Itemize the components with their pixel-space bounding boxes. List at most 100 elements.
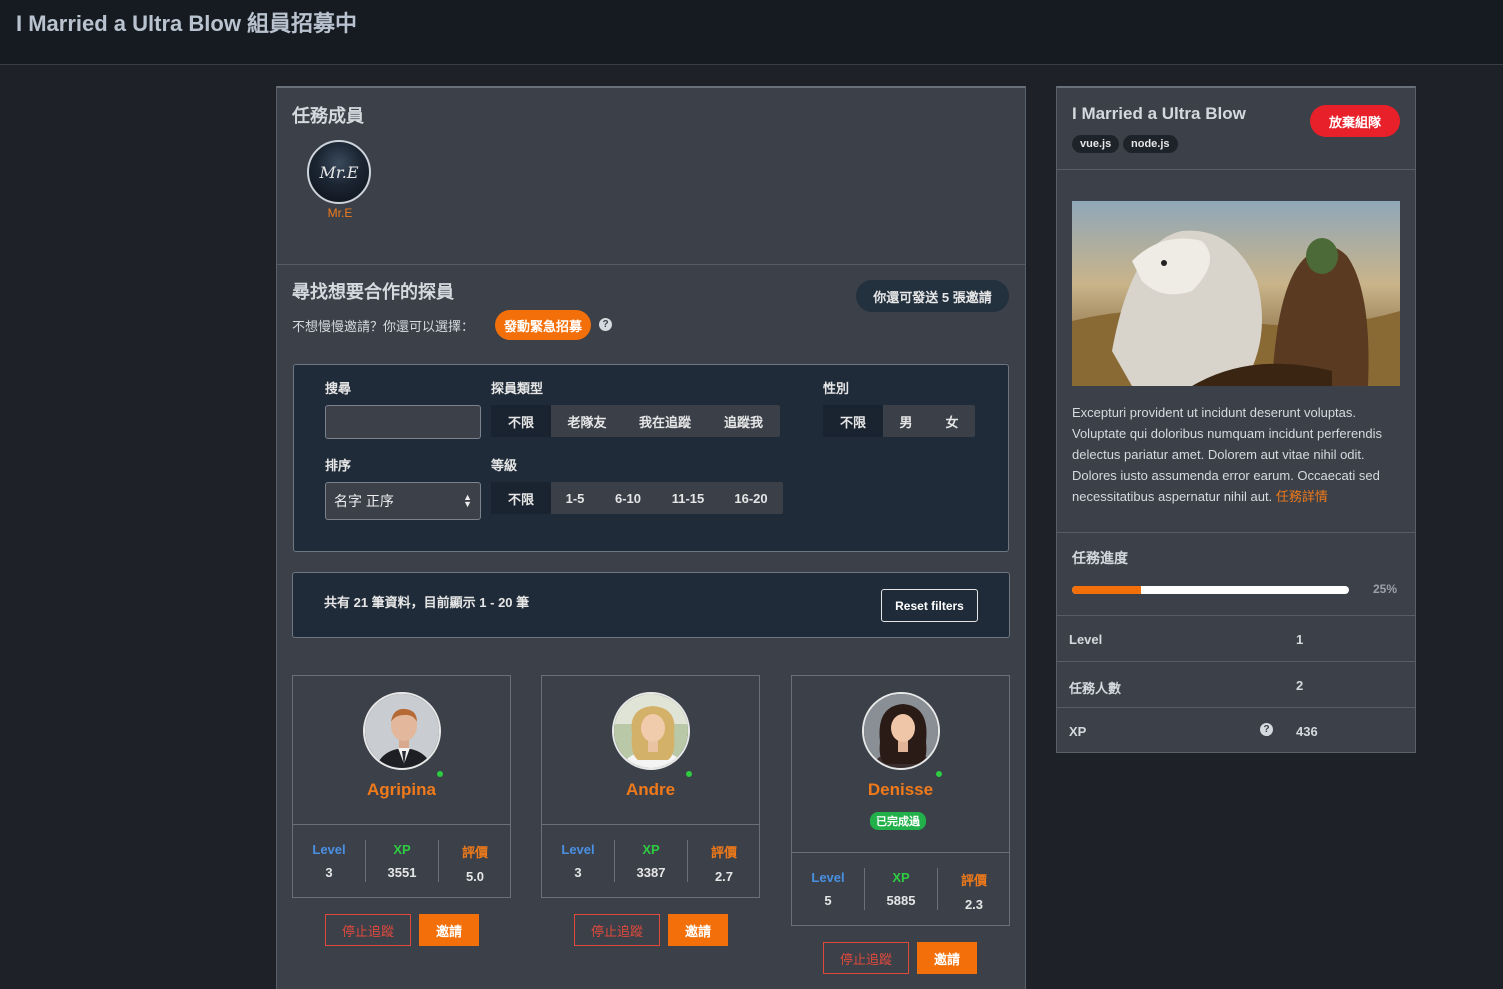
tag-vuejs: vue.js — [1072, 135, 1120, 153]
progress-bar — [1072, 586, 1349, 594]
stat-rating-value: 2.7 — [714, 869, 734, 884]
agent-avatar[interactable] — [612, 692, 690, 770]
stat-xp-value: 5885 — [886, 893, 916, 908]
level-label: 等級 — [491, 458, 518, 473]
agent-type-option-old-teammate[interactable]: 老隊友 — [551, 405, 623, 437]
stat-level-value: 3 — [325, 865, 333, 880]
stat-xp: XP 3387 — [615, 842, 687, 880]
help-icon[interactable]: ? — [1260, 723, 1273, 736]
agent-card[interactable]: Denisse 已完成過 Level 5 XP 5885 評價 2.3 — [791, 675, 1010, 926]
agent-card[interactable]: Andre Level 3 XP 3387 評價 2.7 — [541, 675, 760, 898]
mission-banner-image — [1072, 201, 1400, 386]
find-title: 尋找想要合作的探員 — [292, 282, 454, 302]
stat-rating-value: 2.3 — [964, 897, 984, 912]
member-avatar[interactable]: Mr.E — [307, 140, 371, 204]
agent-avatar[interactable] — [862, 692, 940, 770]
quit-team-button[interactable]: 放棄組隊 — [1310, 105, 1400, 137]
alt-text: 不想慢慢邀請？你還可以選擇： — [292, 319, 475, 334]
stat-level-label: Level — [811, 870, 845, 885]
stat-xp-label: XP — [393, 842, 411, 857]
agent-type-option-any[interactable]: 不限 — [491, 405, 551, 437]
card-divider — [293, 824, 510, 825]
mission-panel: I Married a Ultra Blow 放棄組隊 vue.js node.… — [1056, 86, 1416, 753]
results-summary: 共有 21 筆資料，目前顯示 1 - 20 筆 — [324, 595, 530, 610]
agent-card[interactable]: Agripina Level 3 XP 3551 評價 5.0 — [292, 675, 511, 898]
info-row-xp: XP ? 436 — [1057, 707, 1415, 753]
mission-description-text: Excepturi provident ut incidunt deserunt… — [1072, 405, 1383, 504]
main-panel: 任務成員 Mr.E Mr.E 尋找想要合作的探員 你還可發送 5 張邀請 不想慢… — [276, 86, 1026, 989]
stat-level: Level 5 — [792, 870, 864, 908]
info-value: 2 — [1296, 678, 1304, 693]
stat-level-label: Level — [561, 842, 595, 857]
info-value: 436 — [1296, 724, 1318, 739]
reset-filters-button[interactable]: Reset filters — [881, 589, 978, 622]
online-status-dot — [684, 769, 694, 779]
card-divider — [542, 824, 759, 825]
stat-xp-value: 3387 — [636, 865, 666, 880]
divider — [277, 264, 1025, 265]
stat-rating-label: 評價 — [710, 845, 737, 860]
info-row-members: 任務人數 2 — [1057, 661, 1415, 707]
stat-rating-label: 評價 — [461, 845, 488, 860]
level-option-16-20[interactable]: 16-20 — [719, 482, 783, 514]
member-avatar-text: Mr.E — [319, 162, 359, 182]
member-name[interactable]: Mr.E — [317, 206, 363, 220]
agent-type-segmented: 不限 老隊友 我在追蹤 追蹤我 — [491, 405, 780, 437]
mission-title: I Married a Ultra Blow — [1072, 104, 1246, 123]
sort-value: 名字 正序 — [334, 493, 394, 509]
online-status-dot — [934, 769, 944, 779]
online-status-dot — [435, 769, 445, 779]
stat-level-value: 5 — [824, 893, 832, 908]
progress-percent: 25% — [1373, 582, 1398, 596]
stat-rating: 評價 2.3 — [938, 870, 1010, 912]
stat-rating-value: 5.0 — [465, 869, 485, 884]
unfollow-button[interactable]: 停止追蹤 — [574, 914, 660, 946]
divider — [1057, 532, 1415, 533]
page-title: I Married a Ultra Blow 組員招募中 — [16, 11, 358, 36]
sort-label: 排序 — [325, 458, 352, 473]
level-option-1-5[interactable]: 1-5 — [551, 482, 599, 514]
agent-type-option-followers[interactable]: 追蹤我 — [707, 405, 780, 437]
progress-fill — [1072, 586, 1142, 594]
info-label: 任務人數 — [1069, 681, 1122, 696]
help-icon[interactable]: ? — [599, 318, 612, 331]
level-option-11-15[interactable]: 11-15 — [657, 482, 719, 514]
unfollow-button[interactable]: 停止追蹤 — [823, 942, 909, 974]
sort-select[interactable]: 名字 正序 ▲ ▼ — [325, 482, 481, 520]
agent-name[interactable]: Denisse — [792, 780, 1009, 800]
stat-xp-label: XP — [892, 870, 910, 885]
info-value: 1 — [1296, 632, 1304, 647]
gender-segmented: 不限 男 女 — [823, 405, 975, 437]
info-label: Level — [1069, 632, 1103, 647]
gender-option-female[interactable]: 女 — [929, 405, 975, 437]
agent-avatar[interactable] — [363, 692, 441, 770]
agent-name[interactable]: Agripina — [293, 780, 510, 800]
gender-option-male[interactable]: 男 — [883, 405, 929, 437]
agent-type-option-following[interactable]: 我在追蹤 — [623, 405, 707, 437]
gender-label: 性別 — [823, 381, 850, 396]
stat-xp-value: 3551 — [387, 865, 417, 880]
level-segmented: 不限 1-5 6-10 11-15 16-20 — [491, 482, 783, 514]
members-title: 任務成員 — [292, 106, 364, 126]
card-divider — [792, 852, 1009, 853]
search-input[interactable] — [325, 405, 481, 439]
mission-details-link[interactable]: 任務詳情 — [1276, 489, 1328, 504]
level-option-any[interactable]: 不限 — [491, 482, 551, 514]
divider — [1057, 169, 1415, 170]
results-bar: 共有 21 筆資料，目前顯示 1 - 20 筆 Reset filters — [292, 572, 1010, 638]
level-option-6-10[interactable]: 6-10 — [599, 482, 657, 514]
search-label: 搜尋 — [325, 381, 352, 396]
invite-button[interactable]: 邀請 — [917, 942, 977, 974]
urgent-recruit-button[interactable]: 發動緊急招募 — [495, 310, 591, 340]
invite-button[interactable]: 邀請 — [419, 914, 479, 946]
invite-button[interactable]: 邀請 — [668, 914, 728, 946]
agent-name[interactable]: Andre — [542, 780, 759, 800]
invites-left-badge: 你還可發送 5 張邀請 — [856, 280, 1009, 312]
completed-badge: 已完成過 — [870, 812, 926, 830]
unfollow-button[interactable]: 停止追蹤 — [325, 914, 411, 946]
stat-xp: XP 5885 — [865, 870, 937, 908]
agent-type-label: 探員類型 — [491, 381, 544, 396]
stat-rating: 評價 2.7 — [688, 842, 760, 884]
select-arrows-icon: ▲ ▼ — [463, 492, 472, 509]
gender-option-any[interactable]: 不限 — [823, 405, 883, 437]
